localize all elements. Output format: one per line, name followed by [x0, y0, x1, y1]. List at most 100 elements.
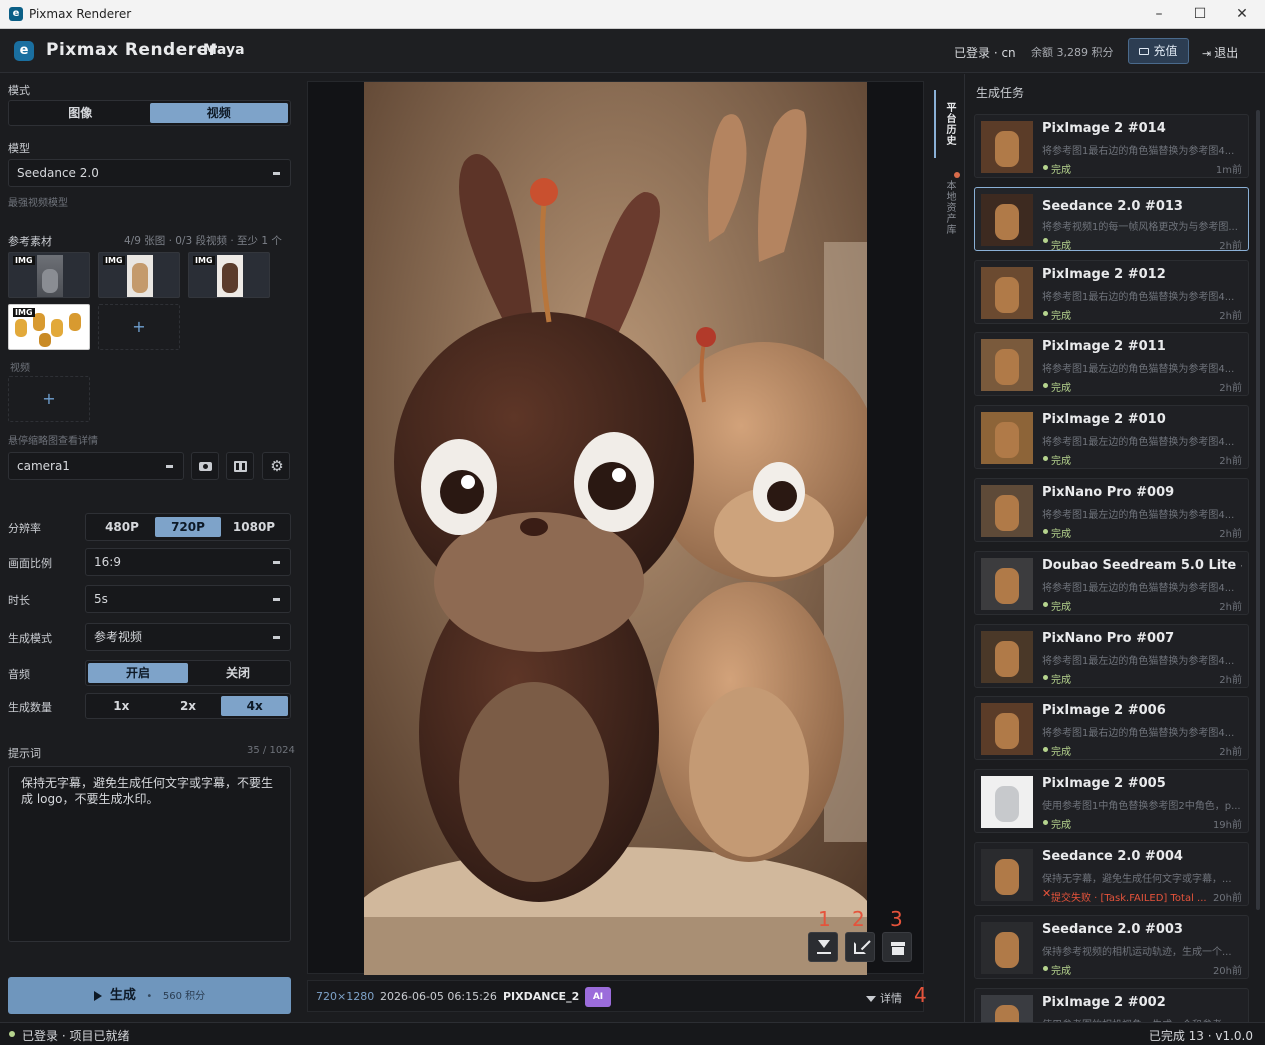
ratio-label: 画面比例 — [8, 557, 52, 570]
duration-select[interactable]: 5s — [85, 585, 291, 613]
reference-thumb-2[interactable]: IMG — [98, 252, 180, 298]
logout-button[interactable]: ⇥ 退出 — [1202, 44, 1238, 61]
status-dot-icon — [1043, 237, 1048, 243]
status-left: 已登录 · 项目已就绪 — [22, 1029, 130, 1043]
reference-thumb-1[interactable]: IMG — [8, 252, 90, 298]
dropdown-icon — [273, 636, 280, 639]
maximize-button[interactable]: ☐ — [1178, 0, 1222, 29]
dropdown-icon — [273, 561, 280, 564]
task-card[interactable]: PixImage 2 #005 使用参考图1中角色替换参考图2中角色，p... 完成… — [974, 769, 1249, 834]
task-status: 完成 — [1051, 820, 1071, 832]
add-reference-image-button[interactable]: + — [98, 304, 180, 350]
prompt-counter: 35 / 1024 — [247, 745, 295, 756]
resolution-720p[interactable]: 720P — [155, 517, 221, 537]
count-1x[interactable]: 1x — [88, 696, 155, 716]
task-thumbnail — [981, 849, 1033, 901]
open-external-button[interactable] — [845, 932, 875, 962]
minimize-button[interactable]: – — [1137, 0, 1181, 29]
status-dot-icon — [1043, 165, 1048, 170]
audio-on[interactable]: 开启 — [88, 663, 188, 683]
camera-select[interactable]: camera1 — [8, 452, 184, 480]
generate-button[interactable]: 生成 • 560 积分 — [8, 977, 291, 1014]
task-panel-title: 生成任务 — [976, 86, 1025, 100]
task-card[interactable]: PixImage 2 #006 将参考图1最右边的角色猫替换为参考图4... 完成 2… — [974, 696, 1249, 761]
download-button[interactable] — [808, 932, 838, 962]
model-value: Seedance 2.0 — [17, 166, 99, 180]
task-card[interactable]: PixNano Pro #007 将参考图1最左边的角色猫替换为参考图4... 完成… — [974, 623, 1249, 688]
dropdown-icon — [273, 172, 280, 175]
task-name: Doubao Seedream 5.0 Lite #... — [1042, 557, 1242, 573]
task-name: PixImage 2 #014 — [1042, 121, 1166, 136]
resolution-1080p[interactable]: 1080P — [221, 517, 287, 537]
task-name: PixImage 2 #010 — [1042, 412, 1166, 428]
task-thumbnail — [981, 121, 1033, 173]
mode-video-option[interactable]: 视频 — [149, 103, 288, 123]
task-description: 将参考图1最左边的角色猫替换为参考图4... — [1042, 437, 1235, 449]
recharge-button[interactable]: 充值 — [1128, 38, 1189, 64]
audio-label: 音频 — [8, 668, 30, 681]
add-reference-video-button[interactable]: + — [8, 376, 90, 422]
dropdown-icon — [166, 465, 173, 468]
status-dot-icon — [1043, 310, 1048, 316]
reference-thumb-4[interactable]: IMG — [8, 304, 90, 350]
task-status: 完成 — [1051, 747, 1071, 759]
task-card[interactable]: PixNano Pro #009 将参考图1最左边的角色猫替换为参考图4... 完成… — [974, 478, 1249, 542]
audio-off[interactable]: 关闭 — [188, 663, 288, 683]
settings-button[interactable]: ⚙ — [262, 452, 290, 480]
count-2x[interactable]: 2x — [155, 696, 222, 716]
img-tag: IMG — [13, 256, 35, 265]
ratio-value: 16:9 — [94, 555, 121, 569]
ratio-select[interactable]: 16:9 — [85, 548, 291, 576]
tab-local-assets[interactable]: 本地资产库 — [942, 180, 957, 235]
archive-button[interactable] — [882, 932, 912, 962]
task-panel: 生成任务 PixImage 2 #014 将参考图1最右边的角色猫替换为参考图4.… — [966, 74, 1265, 1022]
task-thumbnail — [981, 557, 1033, 610]
notification-dot — [954, 172, 960, 178]
prompt-textarea[interactable]: 保持无字幕，避免生成任何文字或字幕，不要生成 logo，不要生成水印。 — [8, 766, 291, 942]
task-card[interactable]: Doubao Seedream 5.0 Lite #... 将参考图1最左边的角色… — [974, 550, 1249, 615]
task-scrollbar[interactable] — [1256, 110, 1260, 910]
genmode-select[interactable]: 参考视频 — [85, 623, 291, 651]
task-card[interactable]: PixImage 2 #010 将参考图1最左边的角色猫替换为参考图4... 完成 2… — [974, 405, 1249, 470]
video-label: 视频 — [10, 363, 30, 374]
task-card[interactable]: PixImage 2 #012 将参考图1最右边的角色猫替换为参考图4... 完成 2… — [974, 259, 1249, 324]
task-name: PixImage 2 #005 — [1042, 776, 1166, 792]
count-4x[interactable]: 4x — [221, 696, 289, 716]
task-card[interactable]: Seedance 2.0 #004 保持无字幕，避免生成任何文字或字幕，... 提交… — [974, 842, 1249, 906]
task-thumbnail — [981, 339, 1033, 392]
task-time: 2h前 — [1219, 674, 1242, 686]
task-card[interactable]: PixImage 2 #011 将参考图1最左边的角色猫替换为参考图4... 完成 2… — [974, 332, 1249, 397]
model-label: 模型 — [8, 142, 30, 155]
details-toggle[interactable]: 详情 — [866, 990, 902, 1006]
reference-label: 参考素材 — [8, 235, 52, 248]
resolution-480p[interactable]: 480P — [89, 517, 155, 537]
tab-platform-history[interactable]: 平台历史 — [942, 102, 957, 146]
film-button[interactable] — [226, 452, 254, 480]
task-card[interactable]: PixImage 2 #002使用参考图的相机视角，生成一个和参考...完成 — [974, 987, 1249, 1022]
task-status: 完成 — [1051, 383, 1071, 395]
task-description: 将参考图1最右边的角色猫替换为参考图4... — [1042, 291, 1235, 303]
status-dot-icon — [1043, 965, 1048, 971]
task-time: 20h前 — [1212, 893, 1242, 904]
status-dot-icon — [1043, 674, 1048, 680]
count-label: 生成数量 — [8, 701, 52, 714]
task-card[interactable]: Seedance 2.0 #013 将参考视频1的每一帧风格更改为与参考图... 完… — [974, 186, 1249, 251]
preview-image[interactable] — [364, 82, 867, 975]
task-thumbnail — [981, 994, 1033, 1022]
separator-dot: · — [193, 40, 198, 56]
mode-image-option[interactable]: 图像 — [11, 103, 150, 123]
camera-capture-button[interactable] — [191, 452, 219, 480]
task-card[interactable]: PixImage 2 #014 将参考图1最右边的角色猫替换为参考图4... 完成 1… — [974, 114, 1249, 178]
close-button[interactable]: ✕ — [1220, 0, 1264, 29]
card-icon — [1139, 48, 1150, 55]
task-card[interactable]: Seedance 2.0 #003 保持参考视频的相机运动轨迹，生成一个... 完成… — [974, 914, 1249, 979]
model-select[interactable]: Seedance 2.0 — [8, 159, 291, 187]
camera-value: camera1 — [17, 459, 70, 473]
reference-thumb-3[interactable]: IMG — [188, 252, 270, 298]
task-status: 完成 — [1051, 965, 1071, 977]
duration-value: 5s — [94, 592, 108, 606]
task-time: 2h前 — [1219, 310, 1242, 322]
details-label: 详情 — [880, 992, 902, 1005]
marker-3: 3 — [890, 907, 903, 931]
logout-icon: ⇥ — [1202, 47, 1212, 60]
